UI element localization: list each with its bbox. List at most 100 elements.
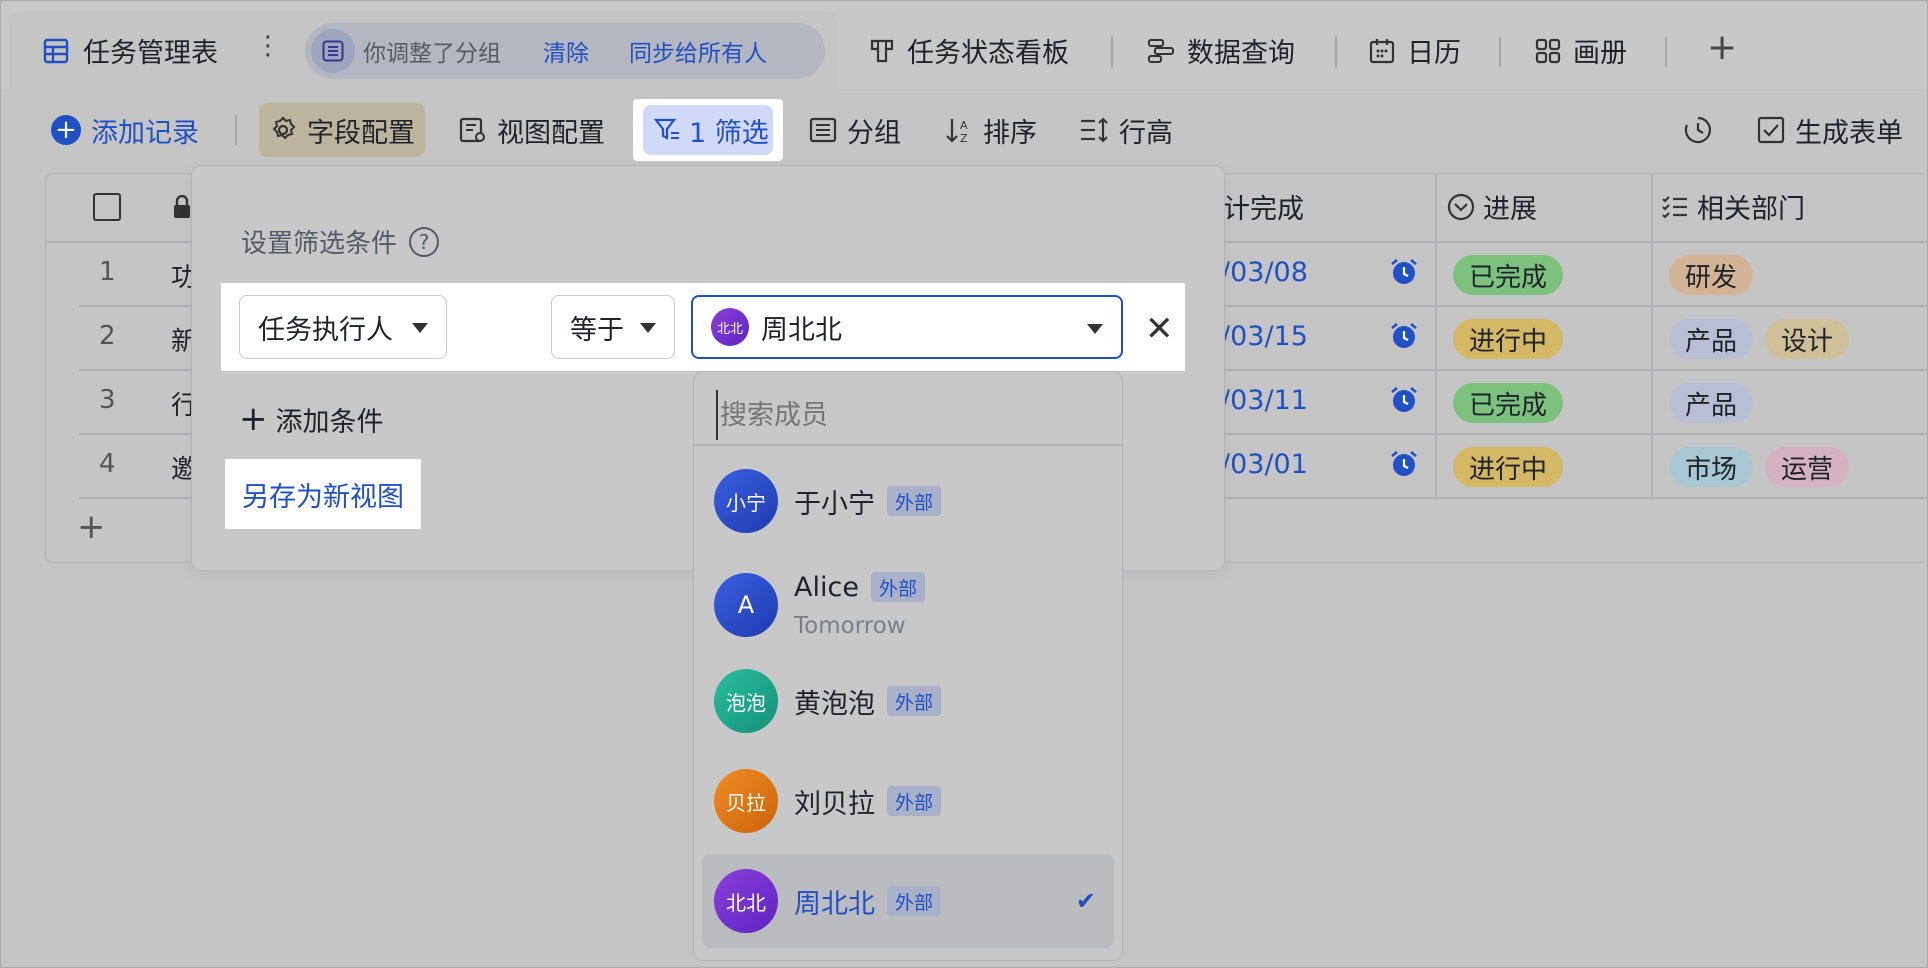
column-header-dept[interactable]: 相关部门 (1661, 187, 1805, 226)
dept-tag: 产品 (1669, 383, 1754, 423)
member-name: Alice (794, 571, 859, 603)
checkmark-icon: ✔ (1075, 887, 1096, 915)
select-all-checkbox[interactable] (93, 193, 121, 221)
add-record-button[interactable]: + 添加记录 (51, 105, 199, 155)
member-search-input[interactable] (716, 390, 1106, 440)
filter-operator-value: 等于 (570, 314, 624, 346)
status-badge: 进行中 (1453, 319, 1564, 359)
external-badge: 外部 (887, 786, 942, 816)
alarm-clock-icon[interactable] (1389, 257, 1419, 287)
filter-popup-title: 设置筛选条件 ? (241, 223, 440, 260)
tab-kanban[interactable]: 任务状态看板 (869, 31, 1069, 70)
member-option[interactable]: A Alice 外部 Tomorrow (702, 550, 1114, 660)
save-as-new-view-button[interactable]: 另存为新视图 (225, 459, 421, 529)
view-config-button[interactable]: 视图配置 (459, 105, 605, 155)
notice-text: 你调整了分组 (363, 41, 501, 67)
member-option[interactable]: 泡泡 黄泡泡 外部 (702, 654, 1114, 748)
tab-calendar[interactable]: 日历 (1369, 31, 1461, 70)
column-header-due[interactable]: 计完成 (1223, 187, 1304, 226)
chevron-circle-icon (1447, 193, 1475, 220)
kanban-icon (870, 39, 894, 62)
alarm-clock-icon[interactable] (1389, 449, 1419, 479)
alarm-clock-icon[interactable] (1389, 385, 1419, 415)
member-option-selected[interactable]: 北北 周北北 外部 ✔ (702, 854, 1114, 948)
tab-divider (1335, 37, 1337, 67)
field-config-label: 字段配置 (307, 117, 415, 149)
row-height-icon (1081, 117, 1108, 143)
member-option[interactable]: 小宁 于小宁 外部 (702, 454, 1114, 548)
add-view-icon[interactable]: + (1707, 27, 1737, 68)
svg-text:Z: Z (960, 132, 968, 144)
dept-tag: 研发 (1669, 255, 1754, 295)
column-header-due-label: 计完成 (1223, 194, 1304, 225)
avatar: 北北 (714, 869, 778, 933)
gallery-icon (1535, 38, 1561, 63)
avatar: A (714, 573, 778, 637)
tab-data-query[interactable]: 数据查询 (1147, 31, 1295, 70)
add-record-label: 添加记录 (91, 117, 199, 149)
view-settings-icon (459, 117, 485, 143)
sync-to-all-button[interactable]: 同步给所有人 (629, 34, 767, 68)
member-info: Alice 外部 Tomorrow (794, 572, 925, 639)
grid-table-icon (43, 38, 69, 63)
filter-icon (653, 118, 679, 140)
generate-form-label: 生成表单 (1795, 117, 1903, 149)
tab-data-query-label: 数据查询 (1187, 38, 1295, 69)
row-height-button[interactable]: 行高 (1079, 105, 1173, 155)
sort-label: 排序 (983, 117, 1037, 149)
filter-label: 1 筛选 (689, 117, 769, 149)
tab-gallery[interactable]: 画册 (1535, 31, 1627, 70)
avatar: 贝拉 (714, 769, 778, 833)
dept-tag: 设计 (1765, 319, 1850, 359)
group-button[interactable]: 分组 (809, 105, 901, 155)
add-condition-label: 添加条件 (275, 406, 384, 438)
column-divider (1651, 173, 1653, 499)
row-due-date[interactable]: /03/08 (1221, 257, 1308, 288)
member-name: 于小宁 (794, 488, 875, 520)
add-condition-button[interactable]: + 添加条件 (239, 399, 384, 439)
filter-value-select[interactable]: 北北 周北北 (691, 295, 1123, 359)
history-button[interactable] (1683, 105, 1713, 155)
row-number: 1 (99, 257, 116, 287)
tab-kanban-label: 任务状态看板 (907, 38, 1069, 69)
row-due-date[interactable]: /03/01 (1221, 449, 1308, 480)
form-check-icon (1757, 116, 1785, 144)
filter-value-text: 周北北 (761, 314, 842, 346)
caret-down-icon (412, 323, 428, 333)
member-dropdown: 小宁 于小宁 外部 A Alice 外部 Tomorrow 泡泡 黄泡泡 外部 … (693, 371, 1123, 961)
alarm-clock-icon[interactable] (1389, 321, 1419, 351)
tab-calendar-label: 日历 (1407, 38, 1461, 69)
filter-condition-row: 任务执行人 等于 北北 周北北 ✕ (221, 283, 1185, 371)
member-option[interactable]: 贝拉 刘贝拉 外部 (702, 754, 1114, 848)
remove-condition-icon[interactable]: ✕ (1145, 309, 1174, 349)
active-view-title[interactable]: 任务管理表 (43, 31, 218, 70)
sort-button[interactable]: AZ 排序 (945, 105, 1037, 155)
filter-operator-select[interactable]: 等于 (551, 295, 675, 359)
row-height-label: 行高 (1119, 117, 1173, 149)
group-list-icon (311, 29, 355, 73)
dept-tag: 运营 (1765, 447, 1850, 487)
group-change-notice: 你调整了分组 清除 同步给所有人 (305, 23, 825, 79)
calendar-icon (1369, 38, 1395, 63)
status-badge: 进行中 (1453, 447, 1564, 487)
avatar: 小宁 (714, 469, 778, 533)
filter-button[interactable]: 1 筛选 (643, 105, 773, 155)
group-label: 分组 (847, 117, 901, 149)
avatar: 北北 (711, 308, 749, 346)
row-number: 4 (99, 449, 116, 479)
column-header-progress[interactable]: 进展 (1447, 187, 1537, 226)
external-badge: 外部 (887, 686, 942, 716)
avatar: 泡泡 (714, 669, 778, 733)
field-config-button[interactable]: 字段配置 (259, 103, 425, 157)
row-due-date[interactable]: /03/11 (1221, 385, 1308, 416)
status-badge: 已完成 (1453, 383, 1564, 423)
column-divider (1435, 173, 1437, 499)
filter-button-highlight: 1 筛选 (633, 99, 783, 161)
clear-group-button[interactable]: 清除 (543, 34, 589, 68)
row-due-date[interactable]: /03/15 (1221, 321, 1308, 352)
filter-field-select[interactable]: 任务执行人 (239, 295, 447, 359)
more-options-icon[interactable]: ⋮ (255, 31, 281, 61)
add-row-icon[interactable]: + (77, 507, 106, 547)
generate-form-button[interactable]: 生成表单 (1757, 105, 1903, 155)
help-icon[interactable]: ? (409, 226, 440, 257)
